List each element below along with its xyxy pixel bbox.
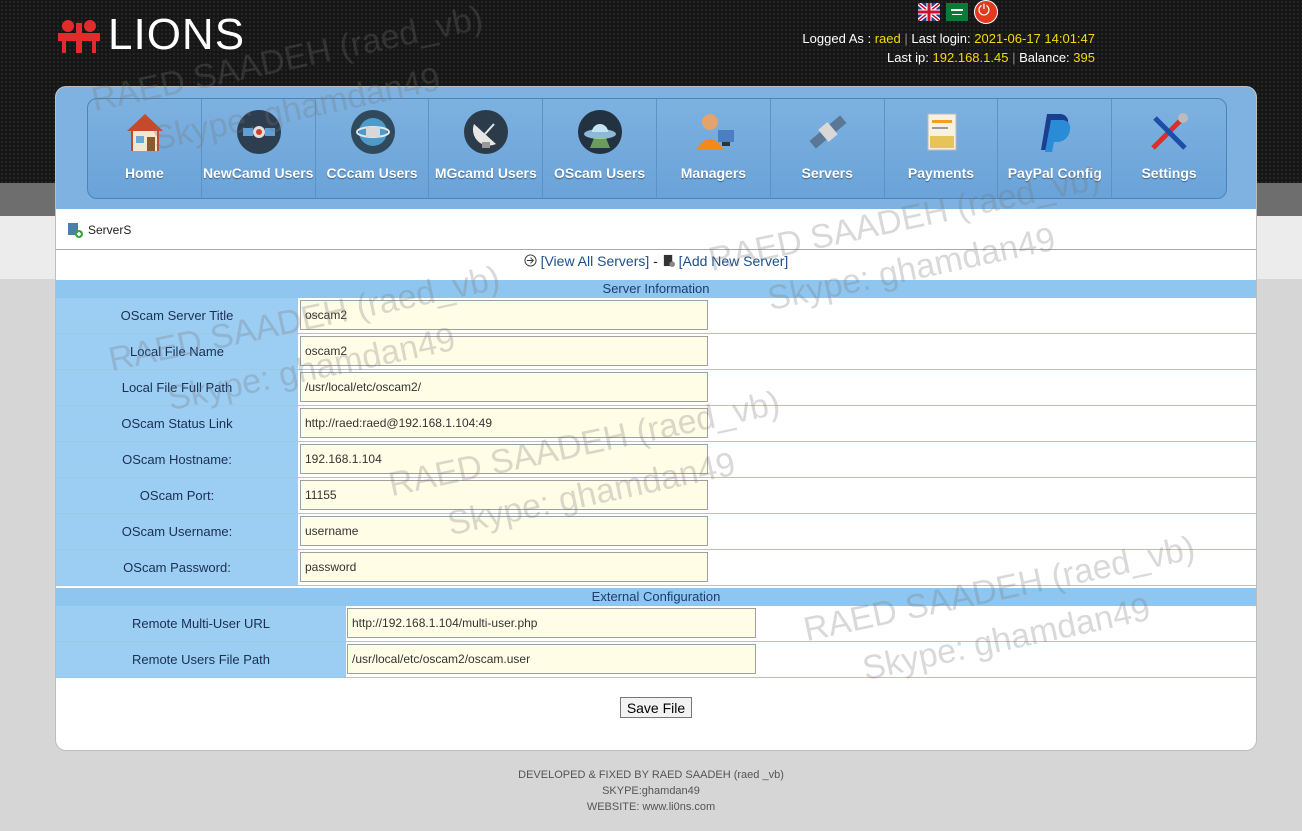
field-input[interactable] — [300, 372, 708, 402]
field-label: OScam Server Title — [56, 298, 298, 333]
server-satellite-icon — [806, 110, 850, 154]
balance-label: Balance: — [1019, 50, 1070, 65]
field-label: OScam Password: — [56, 550, 298, 585]
view-all-servers-link[interactable]: [View All Servers] — [541, 253, 650, 269]
menu-label: Payments — [907, 165, 975, 181]
menu-item-payments[interactable]: Payments — [885, 99, 999, 198]
field-input[interactable] — [300, 444, 708, 474]
form-row: OScam Password: — [56, 550, 1256, 586]
satellite-orbit-icon — [350, 110, 395, 154]
last-ip-value: 192.168.1.45 — [932, 50, 1009, 65]
footer-skype: SKYPE:ghamdan49 — [602, 785, 700, 797]
main-panel: Home NewCamd Users CCcam Users MGcamd Us… — [56, 87, 1256, 750]
field-input[interactable] — [300, 516, 708, 546]
form-row: Remote Users File Path — [56, 642, 1256, 678]
field-label: Remote Users File Path — [56, 642, 346, 677]
actions-separator: - — [653, 253, 658, 269]
field-input[interactable] — [300, 480, 708, 510]
form-row: OScam Hostname: — [56, 442, 1256, 478]
form-row: OScam Status Link — [56, 406, 1256, 442]
saudi-flag-icon[interactable] — [946, 3, 968, 21]
menu-label: Home — [124, 165, 164, 181]
dish-icon — [464, 110, 509, 154]
field-input[interactable] — [347, 644, 756, 674]
add-server-icon — [663, 254, 675, 267]
balance-value: 395 — [1073, 50, 1095, 65]
menu-label: Servers — [801, 165, 853, 181]
server-information-heading: Server Information — [56, 280, 1256, 298]
logo-text: LIONS — [108, 10, 246, 59]
field-input[interactable] — [347, 608, 756, 638]
field-label: OScam Status Link — [56, 406, 298, 441]
last-login-label: Last login: — [911, 31, 971, 46]
breadcrumb-label: ServerS — [88, 223, 132, 237]
field-label: Remote Multi-User URL — [56, 606, 346, 641]
manager-icon — [692, 110, 736, 154]
menu-label: OScam Users — [554, 165, 646, 181]
save-file-button[interactable]: Save File — [620, 697, 692, 718]
last-login-value: 2021-06-17 14:01:47 — [974, 31, 1095, 46]
satellite-icon — [236, 110, 281, 154]
form-row: OScam Server Title — [56, 298, 1256, 334]
language-switcher — [918, 0, 998, 24]
breadcrumb: ServerS — [66, 221, 131, 239]
lions-logo-icon — [56, 15, 102, 55]
server-actions: [View All Servers] - [Add New Server] — [56, 253, 1256, 269]
field-input[interactable] — [300, 408, 708, 438]
logo[interactable]: LIONS — [56, 12, 245, 58]
payment-card-icon — [920, 110, 964, 154]
view-list-icon — [524, 254, 537, 267]
logged-as-label: Logged As : — [802, 31, 872, 46]
menu-item-servers[interactable]: Servers — [771, 99, 885, 198]
last-ip-label: Last ip: — [886, 50, 929, 65]
menu-item-oscam-users[interactable]: OScam Users — [543, 99, 657, 198]
field-input[interactable] — [300, 336, 708, 366]
menu-label: NewCamd Users — [202, 165, 314, 181]
menu-item-paypal-config[interactable]: PayPal Config — [998, 99, 1113, 198]
add-new-server-link[interactable]: [Add New Server] — [679, 253, 789, 269]
menu-item-home[interactable]: Home — [88, 99, 202, 198]
form-row: OScam Port: — [56, 478, 1256, 514]
menu-item-settings[interactable]: Settings — [1112, 99, 1226, 198]
menu-item-managers[interactable]: Managers — [657, 99, 771, 198]
menu-label: CCcam Users — [326, 165, 418, 181]
menu-label: PayPal Config — [1007, 165, 1102, 181]
footer: DEVELOPED & FIXED BY RAED SAADEH (raed _… — [0, 767, 1302, 815]
menu-label: Settings — [1141, 165, 1197, 181]
uk-flag-icon[interactable] — [918, 3, 940, 21]
external-configuration-heading: External Configuration — [56, 588, 1256, 606]
tools-icon — [1147, 110, 1191, 154]
paypal-icon — [1033, 110, 1077, 154]
field-label: OScam Port: — [56, 478, 298, 513]
field-label: OScam Username: — [56, 514, 298, 549]
footer-credit: DEVELOPED & FIXED BY RAED SAADEH (raed _… — [518, 769, 784, 781]
divider — [56, 249, 1256, 250]
form-row: OScam Username: — [56, 514, 1256, 550]
user-info: Logged As : raed | Last login: 2021-06-1… — [802, 31, 1095, 65]
field-input[interactable] — [300, 300, 708, 330]
server-add-icon — [68, 223, 83, 238]
main-menu: Home NewCamd Users CCcam Users MGcamd Us… — [87, 98, 1227, 199]
logout-power-icon[interactable] — [974, 0, 998, 24]
menu-label: MGcamd Users — [434, 165, 537, 181]
field-label: Local File Full Path — [56, 370, 298, 405]
footer-website: WEBSITE: www.li0ns.com — [586, 801, 716, 813]
form-row: Local File Full Path — [56, 370, 1256, 406]
menu-label: Managers — [680, 165, 747, 181]
field-input[interactable] — [300, 552, 708, 582]
field-label: OScam Hostname: — [56, 442, 298, 477]
username: raed — [874, 31, 901, 46]
field-label: Local File Name — [56, 334, 298, 369]
menu-item-mgcamd-users[interactable]: MGcamd Users — [429, 99, 544, 198]
house-icon — [123, 110, 167, 154]
form-row: Local File Name — [56, 334, 1256, 370]
menu-item-newcamd-users[interactable]: NewCamd Users — [202, 99, 316, 198]
ufo-icon — [578, 110, 623, 154]
menu-item-cccam-users[interactable]: CCcam Users — [316, 99, 430, 198]
form-row: Remote Multi-User URL — [56, 606, 1256, 642]
